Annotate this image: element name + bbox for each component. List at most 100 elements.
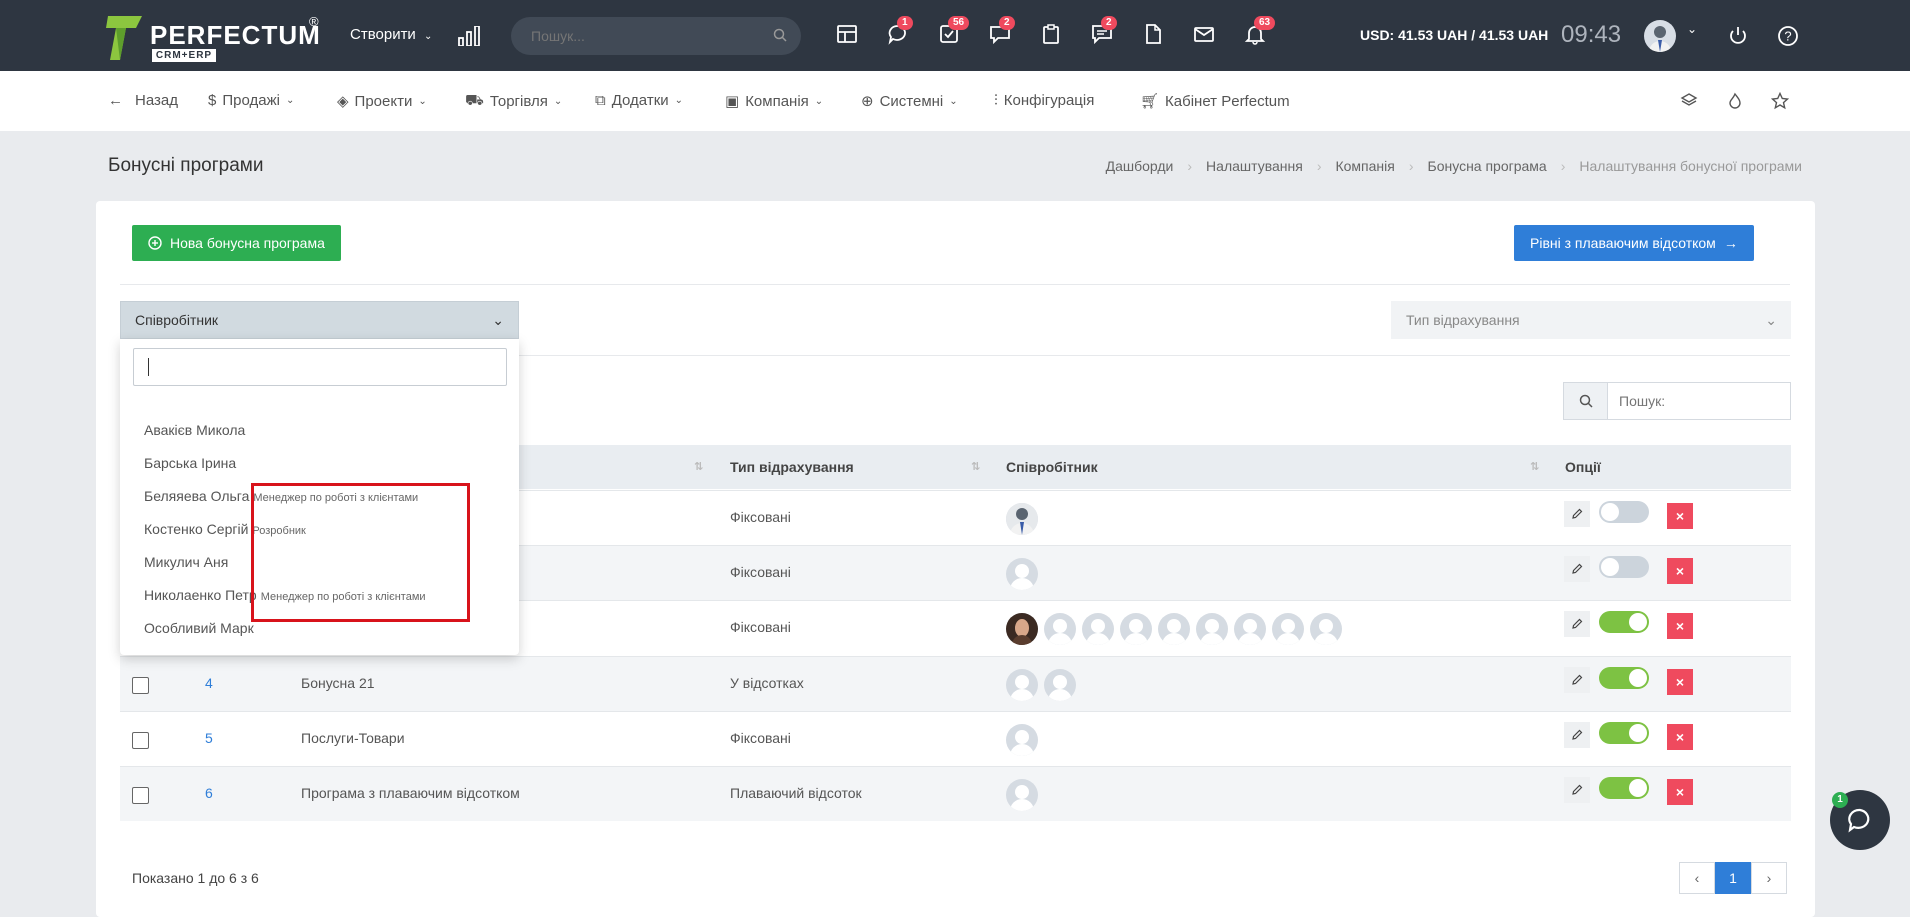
nav-company[interactable]: ▣ Компанія ⌄: [725, 92, 823, 111]
row-checkbox[interactable]: [132, 787, 149, 804]
employee-avatar[interactable]: [1044, 613, 1076, 645]
floating-levels-button[interactable]: Рівні з плаваючим відсотком →: [1514, 225, 1754, 261]
dropdown-option[interactable]: Микулич Аня: [144, 554, 228, 570]
employee-avatar[interactable]: [1006, 613, 1038, 645]
status-toggle[interactable]: [1599, 722, 1649, 744]
row-id[interactable]: 6: [205, 785, 213, 801]
flame-icon[interactable]: [1726, 92, 1744, 110]
breadcrumb-item[interactable]: Компанія: [1335, 158, 1394, 174]
option-name: Беляяева Ольга: [144, 488, 250, 504]
nav-sales[interactable]: $ Продажі ⌄: [208, 92, 294, 109]
edit-button[interactable]: [1564, 556, 1590, 582]
nav-projects[interactable]: ◈ Проекти ⌄: [337, 92, 427, 111]
employee-avatar[interactable]: [1006, 779, 1038, 811]
delete-button[interactable]: ×: [1667, 503, 1693, 529]
search-icon[interactable]: [1564, 383, 1608, 419]
table-search-input[interactable]: [1609, 383, 1789, 419]
sort-icon[interactable]: ⇅: [1530, 460, 1539, 473]
employee-filter-select[interactable]: Співробітник ⌄: [120, 301, 519, 339]
chevron-down-icon: ⌄: [492, 312, 504, 328]
global-search[interactable]: [511, 17, 801, 55]
status-toggle[interactable]: [1599, 611, 1649, 633]
global-search-input[interactable]: [511, 17, 751, 55]
dropdown-option[interactable]: Авакієв Микола: [144, 422, 245, 438]
comment-icon[interactable]: 2: [1091, 16, 1117, 47]
row-id[interactable]: 4: [205, 675, 213, 691]
logo[interactable]: PERFECTUM ® CRM+ERP: [106, 14, 326, 62]
column-header-type[interactable]: Тип відрахування: [730, 459, 854, 475]
messages-icon[interactable]: 2: [989, 16, 1015, 47]
edit-button[interactable]: [1564, 501, 1590, 527]
file-icon[interactable]: [1142, 23, 1166, 47]
notification-badge: 2: [1101, 16, 1117, 30]
delete-button[interactable]: ×: [1667, 613, 1693, 639]
edit-button[interactable]: [1564, 722, 1590, 748]
pencil-icon: [1572, 674, 1583, 685]
edit-button[interactable]: [1564, 667, 1590, 693]
breadcrumb-item[interactable]: Налаштування: [1206, 158, 1303, 174]
status-toggle[interactable]: [1599, 667, 1649, 689]
create-menu-button[interactable]: Створити ⌄: [350, 26, 432, 43]
next-page-button[interactable]: ›: [1751, 862, 1787, 894]
row-checkbox[interactable]: [132, 677, 149, 694]
employee-avatar[interactable]: [1006, 669, 1038, 701]
power-icon[interactable]: [1727, 25, 1749, 47]
breadcrumb-item[interactable]: Бонусна програма: [1428, 158, 1547, 174]
dropdown-option[interactable]: Барська Ірина: [144, 455, 236, 471]
chat-bubble-icon[interactable]: 1: [887, 16, 913, 47]
column-header-employee[interactable]: Співробітник: [1006, 459, 1098, 475]
edit-button[interactable]: [1564, 777, 1590, 803]
status-toggle[interactable]: [1599, 501, 1649, 523]
nav-back[interactable]: ← Назад: [108, 92, 178, 109]
status-toggle[interactable]: [1599, 777, 1649, 799]
nav-trade[interactable]: ⛟ Торгівля ⌄: [465, 92, 562, 111]
checkbox-icon[interactable]: 56: [938, 16, 970, 47]
employee-avatar[interactable]: [1310, 613, 1342, 645]
employee-avatar[interactable]: [1006, 558, 1038, 590]
dropdown-search-input[interactable]: [133, 348, 507, 386]
row-checkbox[interactable]: [132, 732, 149, 749]
star-icon[interactable]: [1771, 92, 1789, 110]
sort-icon[interactable]: ⇅: [971, 460, 980, 473]
bell-icon[interactable]: 63: [1244, 16, 1276, 47]
employee-avatar[interactable]: [1234, 613, 1266, 645]
status-toggle[interactable]: [1599, 556, 1649, 578]
clipboard-icon[interactable]: [1040, 23, 1064, 47]
delete-button[interactable]: ×: [1667, 669, 1693, 695]
employee-avatar[interactable]: [1006, 503, 1038, 535]
employee-avatar[interactable]: [1272, 613, 1304, 645]
employee-avatar[interactable]: [1158, 613, 1190, 645]
edit-button[interactable]: [1564, 611, 1590, 637]
nav-system[interactable]: ⊕ Системні ⌄: [861, 92, 958, 111]
employee-avatar[interactable]: [1044, 669, 1076, 701]
employee-avatar[interactable]: [1120, 613, 1152, 645]
layers-icon[interactable]: [1680, 92, 1698, 110]
chevron-down-icon: ⌄: [285, 95, 295, 106]
prev-page-button[interactable]: ‹: [1679, 862, 1715, 894]
layout-icon[interactable]: [836, 23, 860, 47]
employee-avatar[interactable]: [1196, 613, 1228, 645]
mail-icon[interactable]: [1193, 23, 1217, 47]
row-type: У відсотках: [730, 675, 804, 691]
bar-chart-icon[interactable]: [458, 26, 480, 46]
delete-button[interactable]: ×: [1667, 724, 1693, 750]
page-button[interactable]: 1: [1715, 862, 1751, 894]
calc-type-filter-select[interactable]: Тип відрахування ⌄: [1391, 301, 1791, 339]
delete-button[interactable]: ×: [1667, 558, 1693, 584]
nav-addons[interactable]: ⧉ Додатки ⌄: [595, 92, 683, 109]
dropdown-option[interactable]: Особливий Марк: [144, 620, 254, 636]
new-bonus-program-button[interactable]: Нова бонусна програма: [132, 225, 341, 261]
nav-cabinet[interactable]: 🛒︎ Кабінет Perfectum: [1140, 92, 1290, 111]
employee-avatar[interactable]: [1006, 724, 1038, 756]
search-icon[interactable]: [773, 28, 787, 42]
delete-button[interactable]: ×: [1667, 779, 1693, 805]
breadcrumb-item[interactable]: Дашборди: [1106, 158, 1174, 174]
row-id[interactable]: 5: [205, 730, 213, 746]
nav-config[interactable]: ⫶ Конфігурація: [994, 92, 1094, 109]
chevron-down-icon[interactable]: ⌄: [1687, 22, 1697, 36]
sort-icon[interactable]: ⇅: [694, 460, 703, 473]
user-avatar[interactable]: [1644, 20, 1676, 52]
help-icon[interactable]: ?: [1777, 25, 1799, 47]
employee-avatar[interactable]: [1082, 613, 1114, 645]
chevron-down-icon: ⌄: [949, 95, 958, 107]
